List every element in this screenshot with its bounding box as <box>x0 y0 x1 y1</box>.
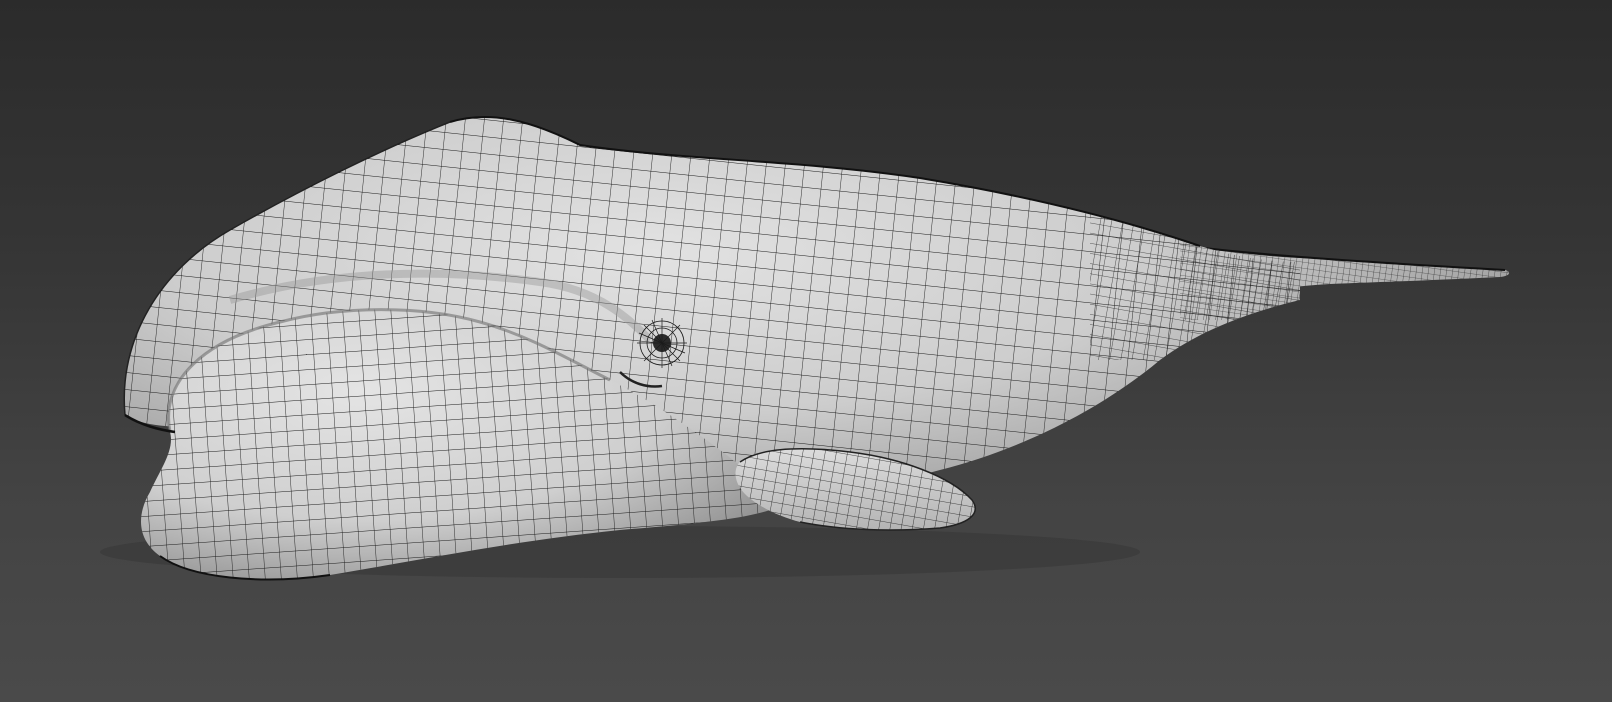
whale-model[interactable] <box>0 0 1612 702</box>
3d-viewport[interactable] <box>0 0 1612 702</box>
